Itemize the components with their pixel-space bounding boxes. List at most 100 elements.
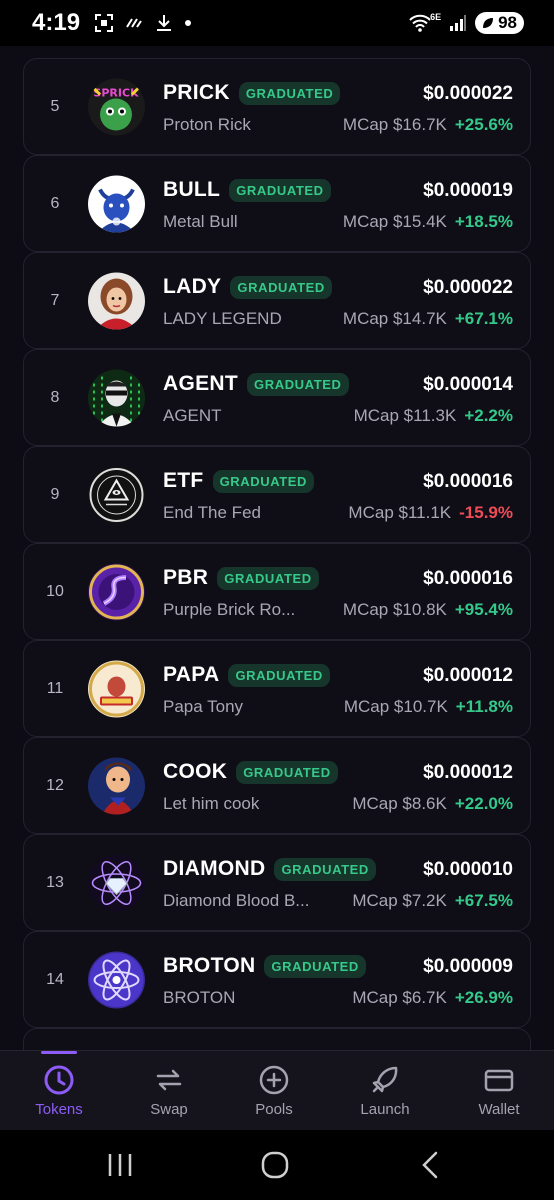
token-mcap: MCap $11.1K <box>348 503 452 522</box>
token-change: +67.1% <box>454 309 513 328</box>
token-change: +18.5% <box>454 212 513 231</box>
token-row[interactable]: 10 PBR GRADUATED Purple Brick Ro... $0.00… <box>23 543 531 640</box>
token-rank: 14 <box>46 970 64 988</box>
token-symbol: AGENT <box>163 372 238 395</box>
token-change: +67.5% <box>454 891 513 910</box>
token-symbol: PBR <box>163 566 209 589</box>
token-name: End The Fed <box>163 503 261 522</box>
token-symbol: PAPA <box>163 663 220 686</box>
tab-swap[interactable]: Swap <box>114 1051 224 1131</box>
screenshot-icon <box>95 14 114 32</box>
token-price: $0.000016 <box>423 471 513 492</box>
token-mcap: MCap $14.7K <box>342 309 447 328</box>
prick-token-icon: SPRICK <box>88 78 145 135</box>
swap-arrows-icon <box>156 1069 182 1091</box>
token-name: Diamond Blood B... <box>163 891 310 910</box>
token-row[interactable]: 8 AGENT GRADUATED AGENT $0.000014 MCap $1… <box>23 349 531 446</box>
token-mcap: MCap $6.7K <box>352 988 447 1007</box>
battery-indicator: 98 <box>475 12 524 34</box>
token-row[interactable]: 14 BROTON GRADUATED BROTON $0.000009 MCap… <box>23 931 531 1028</box>
tab-label: Wallet <box>478 1101 520 1118</box>
token-price: $0.000010 <box>423 859 513 880</box>
graduated-badge: GRADUATED <box>238 81 341 105</box>
graduated-badge: GRADUATED <box>236 760 338 784</box>
plus-circle-icon <box>259 1065 289 1095</box>
diamond-token-icon <box>88 854 145 911</box>
token-mcap: MCap $10.7K <box>343 697 448 716</box>
token-change: +22.0% <box>454 794 513 813</box>
token-symbol: PRICK <box>163 81 230 104</box>
token-mcap: MCap $16.7K <box>342 115 447 134</box>
token-name: LADY LEGEND <box>163 309 282 328</box>
graduated-badge: GRADUATED <box>229 178 331 202</box>
token-symbol: ETF <box>163 469 204 492</box>
token-row[interactable]: 6 BULL GRADUATED Metal Bull $0.000019 MCa… <box>23 155 531 252</box>
token-row[interactable]: 7 LADY GRADUATED LADY LEGEND $0.000022 MC… <box>23 252 531 349</box>
papa-token-icon <box>88 660 145 717</box>
bottom-navigation: Tokens Swap Pools Launch Wallet <box>0 1050 554 1130</box>
graduated-badge: GRADUATED <box>228 663 330 687</box>
token-row[interactable]: 5 SPRICK PRICK GRADUATED Proton Rick $0.0… <box>23 58 531 155</box>
wifi-icon <box>409 14 431 32</box>
token-name: Let him cook <box>163 794 260 813</box>
token-rank: 8 <box>50 388 60 406</box>
token-rank: 10 <box>46 582 64 600</box>
token-symbol: DIAMOND <box>163 857 266 880</box>
recent-apps-icon[interactable] <box>100 1148 140 1182</box>
token-price: $0.000022 <box>423 277 513 298</box>
token-rank: 5 <box>50 97 60 115</box>
token-price: $0.000014 <box>423 374 513 395</box>
tab-label: Launch <box>360 1101 410 1118</box>
token-price: $0.000009 <box>423 956 513 977</box>
graduated-badge: GRADUATED <box>264 954 366 978</box>
graduated-badge: GRADUATED <box>212 469 315 493</box>
token-change: -15.9% <box>459 503 513 522</box>
bull-token-icon <box>88 175 145 232</box>
token-rank: 9 <box>50 485 60 503</box>
cook-token-icon <box>88 757 145 814</box>
token-symbol: BROTON <box>163 954 256 977</box>
token-price: $0.000022 <box>423 83 513 104</box>
graduated-badge: GRADUATED <box>230 275 332 299</box>
token-name: AGENT <box>163 406 222 425</box>
home-icon[interactable] <box>255 1148 295 1182</box>
token-list: 5 SPRICK PRICK GRADUATED Proton Rick $0.0… <box>0 46 554 1050</box>
token-price: $0.000016 <box>423 568 513 589</box>
token-row-partial[interactable] <box>23 1028 531 1050</box>
token-change: +95.4% <box>454 600 513 619</box>
tab-label: Pools <box>255 1101 293 1118</box>
graduated-badge: GRADUATED <box>247 372 349 396</box>
tab-wallet[interactable]: Wallet <box>444 1051 554 1131</box>
tab-label: Swap <box>150 1101 188 1118</box>
token-symbol: LADY <box>163 275 222 298</box>
rocket-icon <box>372 1066 398 1093</box>
tab-tokens[interactable]: Tokens <box>4 1051 114 1131</box>
token-row[interactable]: 13 DIAMOND GRADUATED Diamond Blood B... $… <box>23 834 531 931</box>
token-price: $0.000012 <box>423 762 513 783</box>
tab-launch[interactable]: Launch <box>330 1051 440 1131</box>
token-price: $0.000012 <box>423 665 513 686</box>
graduated-badge: GRADUATED <box>274 857 376 881</box>
lady-token-icon <box>88 272 145 329</box>
token-name: Metal Bull <box>163 212 238 231</box>
status-bar: 4:19 6E 98 <box>0 0 554 46</box>
token-change: +2.2% <box>464 406 513 425</box>
token-row[interactable]: 11 PAPA GRADUATED Papa Tony $0.000012 MCa… <box>23 640 531 737</box>
token-row[interactable]: 9 ETF GRADUATED End The Fed $0.000016 MCa… <box>23 446 531 543</box>
broton-token-icon <box>88 951 145 1008</box>
back-icon[interactable] <box>410 1148 450 1182</box>
token-rank: 13 <box>46 873 64 891</box>
token-row[interactable]: 12 COOK GRADUATED Let him cook $0.000012 … <box>23 737 531 834</box>
token-symbol: COOK <box>163 760 228 783</box>
token-mcap: MCap $10.8K <box>342 600 447 619</box>
token-rank: 12 <box>46 776 64 794</box>
token-change: +26.9% <box>454 988 513 1007</box>
download-icon <box>157 15 172 31</box>
tab-label: Tokens <box>35 1101 83 1118</box>
tab-pools[interactable]: Pools <box>219 1051 329 1131</box>
token-mcap: MCap $15.4K <box>342 212 447 231</box>
wallet-icon <box>484 1069 514 1092</box>
token-rank: 7 <box>50 291 60 309</box>
battery-saver-icon <box>483 18 494 28</box>
battery-level: 98 <box>498 13 517 32</box>
